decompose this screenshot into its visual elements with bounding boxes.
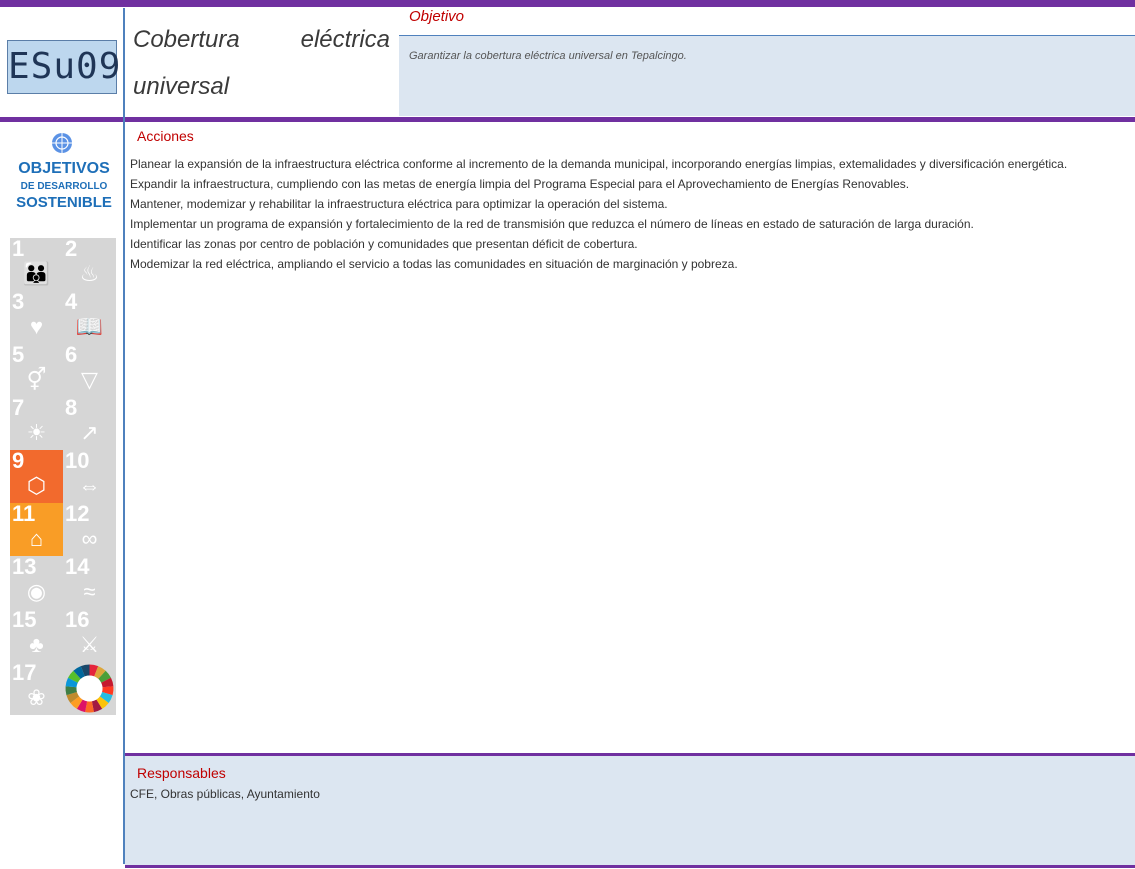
un-emblem-icon xyxy=(50,131,74,155)
gender-icon: ⚥ xyxy=(26,367,47,392)
sdg-tile-12: 12 ∞ xyxy=(63,503,116,556)
responsables-label: Responsables xyxy=(137,765,226,781)
acciones-list: Planear la expansión de la infraestructu… xyxy=(130,154,1133,274)
sdg-tile-9: 9 ⬡ xyxy=(10,450,63,503)
sdg-tile-number: 17 xyxy=(12,662,37,685)
title-line-2: universal xyxy=(133,73,230,100)
sdg-tile-15: 15 ♣ xyxy=(10,609,63,662)
sdg-tile-number: 7 xyxy=(12,397,25,420)
strategy-code: ESu09 xyxy=(7,40,120,94)
sdg-logo-line-1: OBJETIVOS xyxy=(18,160,110,177)
objetivo-label: Objetivo xyxy=(409,8,465,25)
sdg-tile-4: 4 📖 xyxy=(63,291,116,344)
tree-icon: ♣ xyxy=(29,632,44,657)
accion-item: Mantener, modemizar y rehabilitar la inf… xyxy=(130,197,668,211)
vertical-divider xyxy=(123,8,125,864)
title-word-1: Cobertura xyxy=(133,26,240,53)
sdg-tile-number: 12 xyxy=(65,503,90,526)
water-icon: ▽ xyxy=(81,367,98,392)
sdg-tile-number: 1 xyxy=(12,238,25,261)
bowl-icon: ♨ xyxy=(79,261,100,286)
dove-icon: ⚔ xyxy=(79,632,100,657)
sdg-tile-16: 16 ⚔ xyxy=(63,609,116,662)
sdg-tile-5: 5 ⚥ xyxy=(10,344,63,397)
book-icon: 📖 xyxy=(75,314,104,339)
eye-icon: ◉ xyxy=(26,579,47,604)
heartbeat-icon: ♥ xyxy=(29,314,44,339)
infinity-icon: ∞ xyxy=(81,526,98,551)
sdg-tile-number: 8 xyxy=(65,397,78,420)
sun-icon: ☀ xyxy=(26,420,47,445)
sdg-tile-2: 2 ♨ xyxy=(63,238,116,291)
sdg-tile-number: 11 xyxy=(12,503,36,526)
sdg-tile-10: 10 ⇔ xyxy=(63,450,116,503)
sdg-tile-number: 9 xyxy=(12,450,25,473)
people-icon: 👪 xyxy=(22,261,51,286)
acciones-rule xyxy=(0,117,1135,122)
title-word-2: eléctrica xyxy=(300,26,390,53)
sdg-tile-number: 13 xyxy=(12,556,37,579)
accion-item: Expandir la infraestructura, cumpliendo … xyxy=(130,177,910,191)
responsables-box xyxy=(125,756,1135,865)
sdg-logo-line-3: SOSTENIBLE xyxy=(16,194,112,211)
sdg-tile-number: 15 xyxy=(12,609,37,632)
sdg-tile-7: 7 ☀ xyxy=(10,397,63,450)
accion-item: Implementar un programa de expansión y f… xyxy=(130,217,974,231)
sdg-tile-number: 16 xyxy=(65,609,90,632)
sdg-tile-17: 17 ❀ xyxy=(10,662,63,715)
sdg-tile-number: 6 xyxy=(65,344,78,367)
sdg-tile-1: 1 👪 xyxy=(10,238,63,291)
sdg-tile-3: 3 ♥ xyxy=(10,291,63,344)
city-icon: ⌂ xyxy=(29,526,44,551)
objetivo-box xyxy=(399,35,1135,116)
sdg-tile-6: 6 ▽ xyxy=(63,344,116,397)
accion-item: Planear la expansión de la infraestructu… xyxy=(130,157,1068,171)
sdg-tile-number: 4 xyxy=(65,291,78,314)
sdg-tile-13: 13 ◉ xyxy=(10,556,63,609)
acciones-label: Acciones xyxy=(137,128,194,144)
accion-item: Identificar las zonas por centro de pobl… xyxy=(130,237,638,251)
sdg-tile-wheel xyxy=(63,662,116,715)
sdg-tile-number: 3 xyxy=(12,291,25,314)
flower-icon: ❀ xyxy=(27,685,46,710)
fish-icon: ≈ xyxy=(83,579,96,604)
accion-item: Modemizar la red eléctrica, ampliando el… xyxy=(130,257,738,271)
sdg-tile-number: 2 xyxy=(65,238,78,261)
growth-icon: ↗ xyxy=(80,420,99,445)
sdg-tile-number: 14 xyxy=(65,556,90,579)
title-line-1: Cobertura eléctrica xyxy=(133,27,390,53)
sdg-tile-11: 11 ⌂ xyxy=(10,503,63,556)
sdg-wheel-icon xyxy=(65,664,114,713)
sdg-tile-number: 5 xyxy=(12,344,25,367)
sdg-logo-line-2: DE DESARROLLO xyxy=(20,181,108,192)
objetivo-text: Garantizar la cobertura eléctrica univer… xyxy=(409,50,687,62)
cubes-icon: ⬡ xyxy=(26,473,47,498)
equality-icon: ⇔ xyxy=(78,473,101,498)
top-rule xyxy=(0,0,1135,7)
responsables-text: CFE, Obras públicas, Ayuntamiento xyxy=(130,787,320,801)
sdg-tile-8: 8 ↗ xyxy=(63,397,116,450)
sdg-tile-number: 10 xyxy=(65,450,90,473)
sdg-tile-14: 14 ≈ xyxy=(63,556,116,609)
